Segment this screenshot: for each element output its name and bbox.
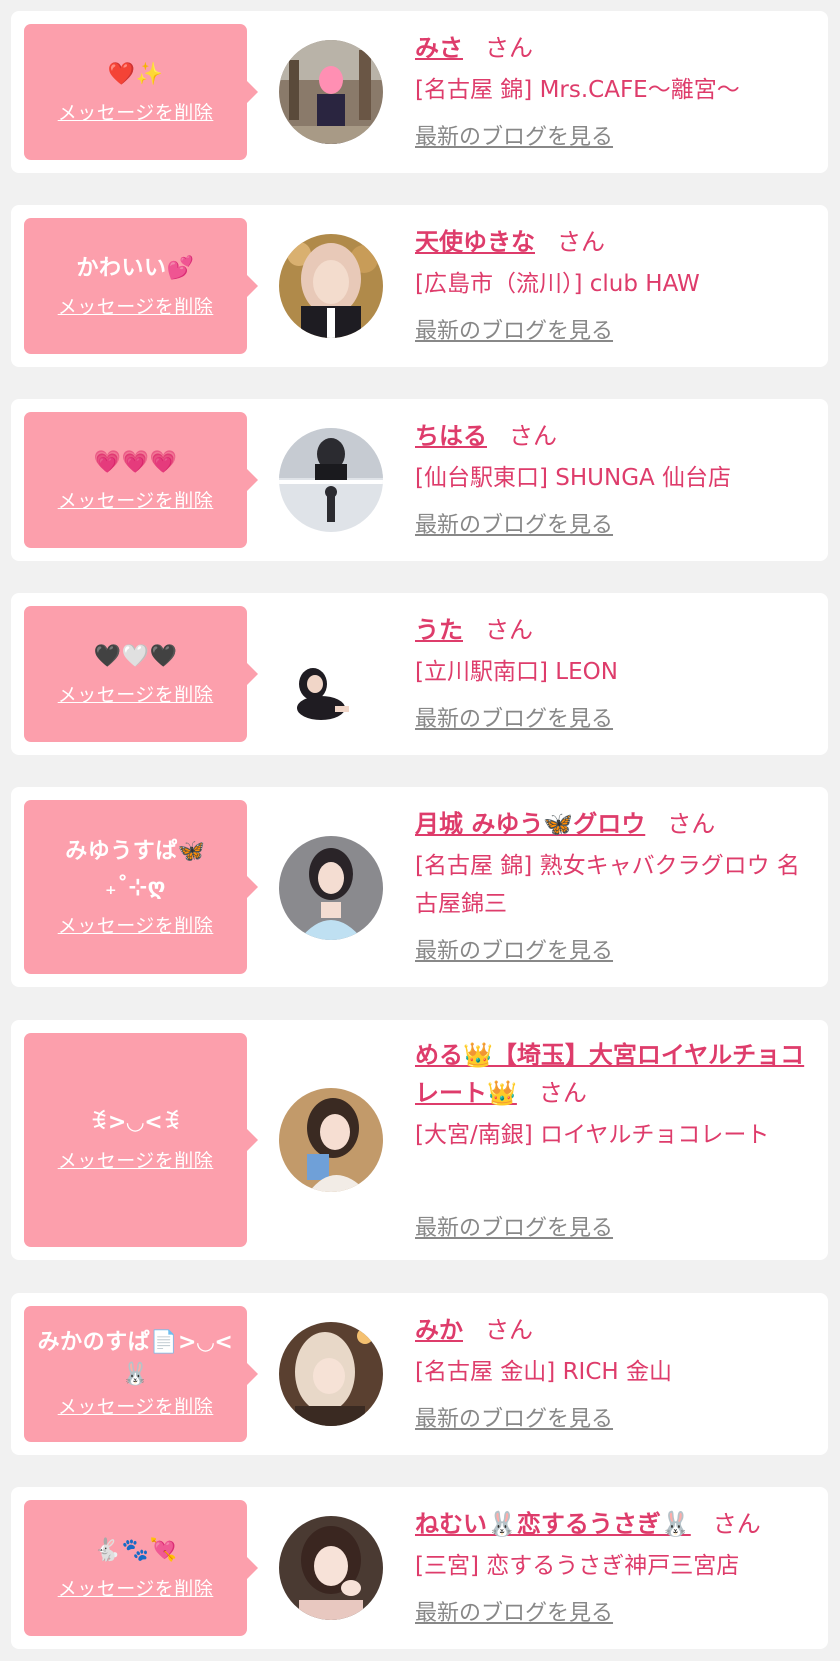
- list-item: ❤️✨ メッセージを削除 みさ さん [名古屋 錦] Mrs.CAFE～離宮～ 最…: [11, 11, 828, 173]
- latest-blog-link[interactable]: 最新のブログを見る: [415, 317, 613, 347]
- avatar[interactable]: [279, 40, 383, 144]
- delete-message-link[interactable]: メッセージを削除: [58, 293, 214, 321]
- honorific: さん: [485, 1316, 533, 1344]
- profile-name-link[interactable]: うた: [415, 616, 463, 644]
- message-text: かわいい💕: [76, 256, 195, 281]
- list-item: みゆうすぱ🦋 ₊˚⊹ღ メッセージを削除 月城 みゆう🦋グロウ さん [名古屋 錦…: [11, 787, 828, 987]
- avatar[interactable]: [279, 234, 383, 338]
- honorific: さん: [509, 422, 557, 450]
- profile-name-link[interactable]: 天使ゆきな: [415, 228, 535, 256]
- avatar[interactable]: [279, 1088, 383, 1192]
- shop-name: [仙台駅東口] SHUNGA 仙台店: [415, 465, 732, 491]
- avatar[interactable]: [279, 836, 383, 940]
- latest-blog-link[interactable]: 最新のブログを見る: [415, 123, 613, 153]
- profile-name-link[interactable]: ねむい🐰恋するうさぎ🐰: [415, 1510, 691, 1538]
- profile-name-link[interactable]: 月城 みゆう🦋グロウ: [415, 810, 645, 838]
- profile-name-link[interactable]: みさ: [415, 34, 463, 62]
- shop-name: [広島市（流川）] club HAW: [415, 271, 700, 297]
- profile-info: ちはる さん [仙台駅東口] SHUNGA 仙台店: [415, 417, 815, 497]
- message-bubble: かわいい💕 メッセージを削除: [24, 218, 258, 354]
- message-bubble: みかのすぱ📄>◡<🐰 メッセージを削除: [24, 1306, 258, 1442]
- message-text: 🐇🐾💘: [93, 1538, 178, 1563]
- profile-info: 天使ゆきな さん [広島市（流川）] club HAW: [415, 223, 815, 303]
- profile-name-link[interactable]: みか: [415, 1316, 463, 1344]
- message-bubble: みゆうすぱ🦋 ₊˚⊹ღ メッセージを削除: [24, 800, 258, 974]
- list-item: みかのすぱ📄>◡<🐰 メッセージを削除 みか さん [名古屋 金山] RICH 金…: [11, 1293, 828, 1455]
- delete-message-link[interactable]: メッセージを削除: [58, 1393, 214, 1421]
- message-bubble: ꉂ>◡<ꉂ メッセージを削除: [24, 1033, 258, 1247]
- message-bubble: 💗💗💗 メッセージを削除: [24, 412, 258, 548]
- delete-message-link[interactable]: メッセージを削除: [58, 99, 214, 127]
- message-text: 🖤🤍🖤: [93, 644, 178, 669]
- message-text: ꉂ>◡<ꉂ: [90, 1110, 181, 1135]
- avatar[interactable]: [279, 428, 383, 532]
- message-bubble: 🐇🐾💘 メッセージを削除: [24, 1500, 258, 1636]
- message-text: みゆうすぱ🦋 ₊˚⊹ღ: [65, 839, 206, 900]
- profile-info: うた さん [立川駅南口] LEON: [415, 611, 815, 691]
- delete-message-link[interactable]: メッセージを削除: [58, 681, 214, 709]
- honorific: さん: [538, 1079, 587, 1107]
- honorific: さん: [667, 810, 716, 838]
- latest-blog-link[interactable]: 最新のブログを見る: [415, 1599, 613, 1629]
- avatar[interactable]: [279, 1322, 383, 1426]
- latest-blog-link[interactable]: 最新のブログを見る: [415, 1405, 613, 1435]
- shop-name: [名古屋 錦] Mrs.CAFE～離宮～: [415, 77, 740, 103]
- shop-name: [大宮/南銀] ロイヤルチョコレート: [415, 1122, 770, 1148]
- shop-name: [三宮] 恋するうさぎ神戸三宮店: [415, 1553, 740, 1579]
- list-item: かわいい💕 メッセージを削除 天使ゆきな さん [広島市（流川）] club HA…: [11, 205, 828, 367]
- message-text: 💗💗💗: [93, 450, 178, 475]
- profile-info: みさ さん [名古屋 錦] Mrs.CAFE～離宮～: [415, 29, 815, 109]
- profile-info: ねむい🐰恋するうさぎ🐰 さん [三宮] 恋するうさぎ神戸三宮店: [415, 1505, 815, 1585]
- message-text: ❤️✨: [107, 62, 164, 87]
- avatar[interactable]: [279, 1516, 383, 1620]
- honorific: さん: [712, 1510, 761, 1538]
- delete-message-link[interactable]: メッセージを削除: [58, 487, 214, 515]
- honorific: さん: [485, 616, 533, 644]
- list-item: 💗💗💗 メッセージを削除 ちはる さん [仙台駅東口] SHUNGA 仙台店 最新…: [11, 399, 828, 561]
- profile-info: める👑【埼玉】大宮ロイヤルチョコレート👑 さん [大宮/南銀] ロイヤルチョコレー…: [415, 1036, 815, 1154]
- profile-info: 月城 みゆう🦋グロウ さん [名古屋 錦] 熟女キャバクラグロウ 名古屋錦三: [415, 805, 815, 923]
- avatar[interactable]: [279, 622, 383, 726]
- latest-blog-link[interactable]: 最新のブログを見る: [415, 937, 613, 967]
- profile-info: みか さん [名古屋 金山] RICH 金山: [415, 1311, 815, 1391]
- list-item: ꉂ>◡<ꉂ メッセージを削除 める👑【埼玉】大宮ロイヤルチョコレート👑 さん [大…: [11, 1020, 828, 1260]
- delete-message-link[interactable]: メッセージを削除: [58, 1147, 214, 1175]
- profile-name-link[interactable]: める👑【埼玉】大宮ロイヤルチョコレート👑: [415, 1041, 804, 1107]
- latest-blog-link[interactable]: 最新のブログを見る: [415, 1214, 613, 1244]
- latest-blog-link[interactable]: 最新のブログを見る: [415, 705, 613, 735]
- shop-name: [名古屋 金山] RICH 金山: [415, 1359, 672, 1385]
- latest-blog-link[interactable]: 最新のブログを見る: [415, 511, 613, 541]
- message-text: みかのすぱ📄>◡<🐰: [37, 1330, 234, 1387]
- profile-name-link[interactable]: ちはる: [415, 422, 487, 450]
- message-bubble: ❤️✨ メッセージを削除: [24, 24, 258, 160]
- message-bubble: 🖤🤍🖤 メッセージを削除: [24, 606, 258, 742]
- list-item: 🐇🐾💘 メッセージを削除 ねむい🐰恋するうさぎ🐰 さん [三宮] 恋するうさぎ神戸…: [11, 1487, 828, 1649]
- delete-message-link[interactable]: メッセージを削除: [58, 912, 214, 940]
- honorific: さん: [485, 34, 533, 62]
- delete-message-link[interactable]: メッセージを削除: [58, 1575, 214, 1603]
- list-item: 🖤🤍🖤 メッセージを削除 うた さん [立川駅南口] LEON 最新のブログを見る: [11, 593, 828, 755]
- favorite-list: ❤️✨ メッセージを削除 みさ さん [名古屋 錦] Mrs.CAFE～離宮～ 最…: [0, 0, 840, 1661]
- shop-name: [名古屋 錦] 熟女キャバクラグロウ 名古屋錦三: [415, 853, 800, 917]
- honorific: さん: [557, 228, 605, 256]
- shop-name: [立川駅南口] LEON: [415, 659, 618, 685]
